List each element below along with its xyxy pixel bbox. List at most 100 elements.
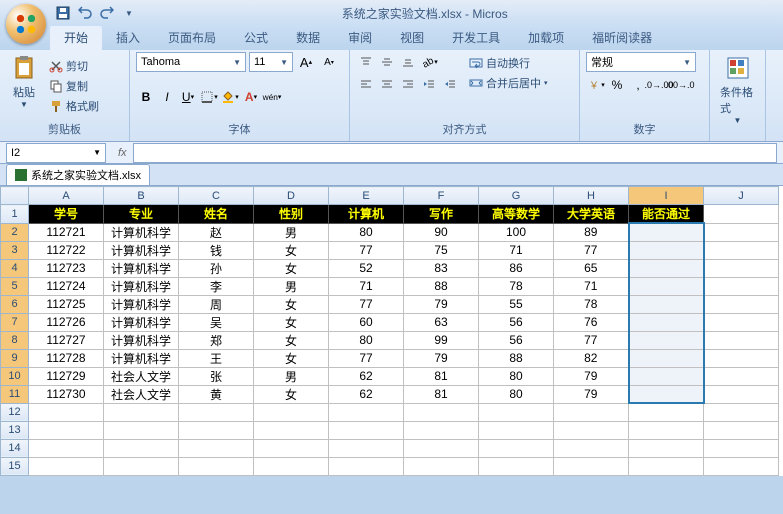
- cell[interactable]: 112730: [29, 385, 104, 403]
- border-button[interactable]: ▾: [199, 87, 219, 107]
- cell[interactable]: 孙: [179, 259, 254, 277]
- grow-font-button[interactable]: A▴: [296, 52, 316, 72]
- ribbon-tab-0[interactable]: 开始: [50, 25, 102, 50]
- cell[interactable]: [629, 259, 704, 277]
- col-header[interactable]: F: [404, 187, 479, 205]
- cell[interactable]: [479, 421, 554, 439]
- cell[interactable]: 赵: [179, 223, 254, 241]
- cell[interactable]: 88: [479, 349, 554, 367]
- ribbon-tab-4[interactable]: 数据: [282, 25, 334, 50]
- col-header[interactable]: E: [329, 187, 404, 205]
- fill-color-button[interactable]: ▾: [220, 87, 240, 107]
- cell[interactable]: 80: [479, 385, 554, 403]
- cell[interactable]: [629, 349, 704, 367]
- cell[interactable]: 计算机: [329, 205, 404, 224]
- cell[interactable]: 女: [254, 331, 329, 349]
- row-header[interactable]: 10: [1, 367, 29, 385]
- cell[interactable]: [104, 439, 179, 457]
- ribbon-tab-5[interactable]: 审阅: [334, 25, 386, 50]
- cell[interactable]: 99: [404, 331, 479, 349]
- cell[interactable]: 77: [554, 241, 629, 259]
- cell[interactable]: 女: [254, 349, 329, 367]
- cell[interactable]: 女: [254, 259, 329, 277]
- cell[interactable]: 女: [254, 241, 329, 259]
- cell[interactable]: 女: [254, 385, 329, 403]
- cell[interactable]: 112729: [29, 367, 104, 385]
- row-header[interactable]: 11: [1, 385, 29, 403]
- cell[interactable]: [254, 403, 329, 421]
- cell[interactable]: 女: [254, 313, 329, 331]
- office-button[interactable]: [6, 4, 46, 44]
- cell[interactable]: 56: [479, 313, 554, 331]
- cell[interactable]: [29, 457, 104, 475]
- phonetic-button[interactable]: wén▾: [262, 87, 282, 107]
- row-header[interactable]: 6: [1, 295, 29, 313]
- cell[interactable]: 77: [329, 241, 404, 259]
- cell[interactable]: 黄: [179, 385, 254, 403]
- cell[interactable]: 吴: [179, 313, 254, 331]
- cell[interactable]: 李: [179, 277, 254, 295]
- cell[interactable]: 89: [554, 223, 629, 241]
- cell[interactable]: [479, 403, 554, 421]
- align-right-button[interactable]: [398, 74, 418, 94]
- cell[interactable]: 社会人文学: [104, 385, 179, 403]
- cell[interactable]: [404, 439, 479, 457]
- cell[interactable]: [329, 457, 404, 475]
- cell[interactable]: 79: [404, 349, 479, 367]
- cell[interactable]: [554, 403, 629, 421]
- cell[interactable]: [179, 457, 254, 475]
- decrease-indent-button[interactable]: [419, 74, 439, 94]
- cell[interactable]: 专业: [104, 205, 179, 224]
- cell[interactable]: [704, 259, 779, 277]
- cell[interactable]: [704, 439, 779, 457]
- font-color-button[interactable]: A▾: [241, 87, 261, 107]
- cut-button[interactable]: 剪切: [46, 57, 102, 75]
- cell[interactable]: [704, 313, 779, 331]
- cell[interactable]: [629, 295, 704, 313]
- decrease-decimal-button[interactable]: .00→.0: [670, 75, 690, 95]
- percent-button[interactable]: %: [607, 75, 627, 95]
- cell[interactable]: [104, 403, 179, 421]
- cell[interactable]: 大学英语: [554, 205, 629, 224]
- save-icon[interactable]: [54, 4, 72, 22]
- italic-button[interactable]: I: [157, 87, 177, 107]
- cell[interactable]: 80: [329, 223, 404, 241]
- row-header[interactable]: 1: [1, 205, 29, 224]
- cell[interactable]: [479, 457, 554, 475]
- cell[interactable]: 社会人文学: [104, 367, 179, 385]
- cell[interactable]: 112723: [29, 259, 104, 277]
- paste-button[interactable]: 粘贴 ▼: [6, 52, 42, 119]
- cell[interactable]: [704, 403, 779, 421]
- cell[interactable]: [254, 439, 329, 457]
- cell[interactable]: [629, 223, 704, 241]
- cell[interactable]: [629, 439, 704, 457]
- cell[interactable]: [554, 439, 629, 457]
- orientation-button[interactable]: ab▾: [419, 52, 439, 72]
- align-top-button[interactable]: [356, 52, 376, 72]
- cell[interactable]: 112721: [29, 223, 104, 241]
- cell[interactable]: 性别: [254, 205, 329, 224]
- col-header[interactable]: B: [104, 187, 179, 205]
- cell[interactable]: [704, 331, 779, 349]
- cell[interactable]: 计算机科学: [104, 295, 179, 313]
- cell[interactable]: [479, 439, 554, 457]
- row-header[interactable]: 14: [1, 439, 29, 457]
- cell[interactable]: 男: [254, 367, 329, 385]
- cell[interactable]: 计算机科学: [104, 259, 179, 277]
- cell[interactable]: [629, 385, 704, 403]
- align-left-button[interactable]: [356, 74, 376, 94]
- ribbon-tab-6[interactable]: 视图: [386, 25, 438, 50]
- cell[interactable]: [629, 331, 704, 349]
- cell[interactable]: [629, 367, 704, 385]
- cell[interactable]: 79: [554, 367, 629, 385]
- conditional-format-button[interactable]: 条件格式▼: [716, 52, 759, 127]
- row-header[interactable]: 2: [1, 223, 29, 241]
- align-middle-button[interactable]: [377, 52, 397, 72]
- cell[interactable]: 63: [404, 313, 479, 331]
- cell[interactable]: 钱: [179, 241, 254, 259]
- cell[interactable]: [704, 349, 779, 367]
- cell[interactable]: 79: [554, 385, 629, 403]
- select-all-corner[interactable]: [1, 187, 29, 205]
- col-header[interactable]: C: [179, 187, 254, 205]
- ribbon-tab-7[interactable]: 开发工具: [438, 25, 514, 50]
